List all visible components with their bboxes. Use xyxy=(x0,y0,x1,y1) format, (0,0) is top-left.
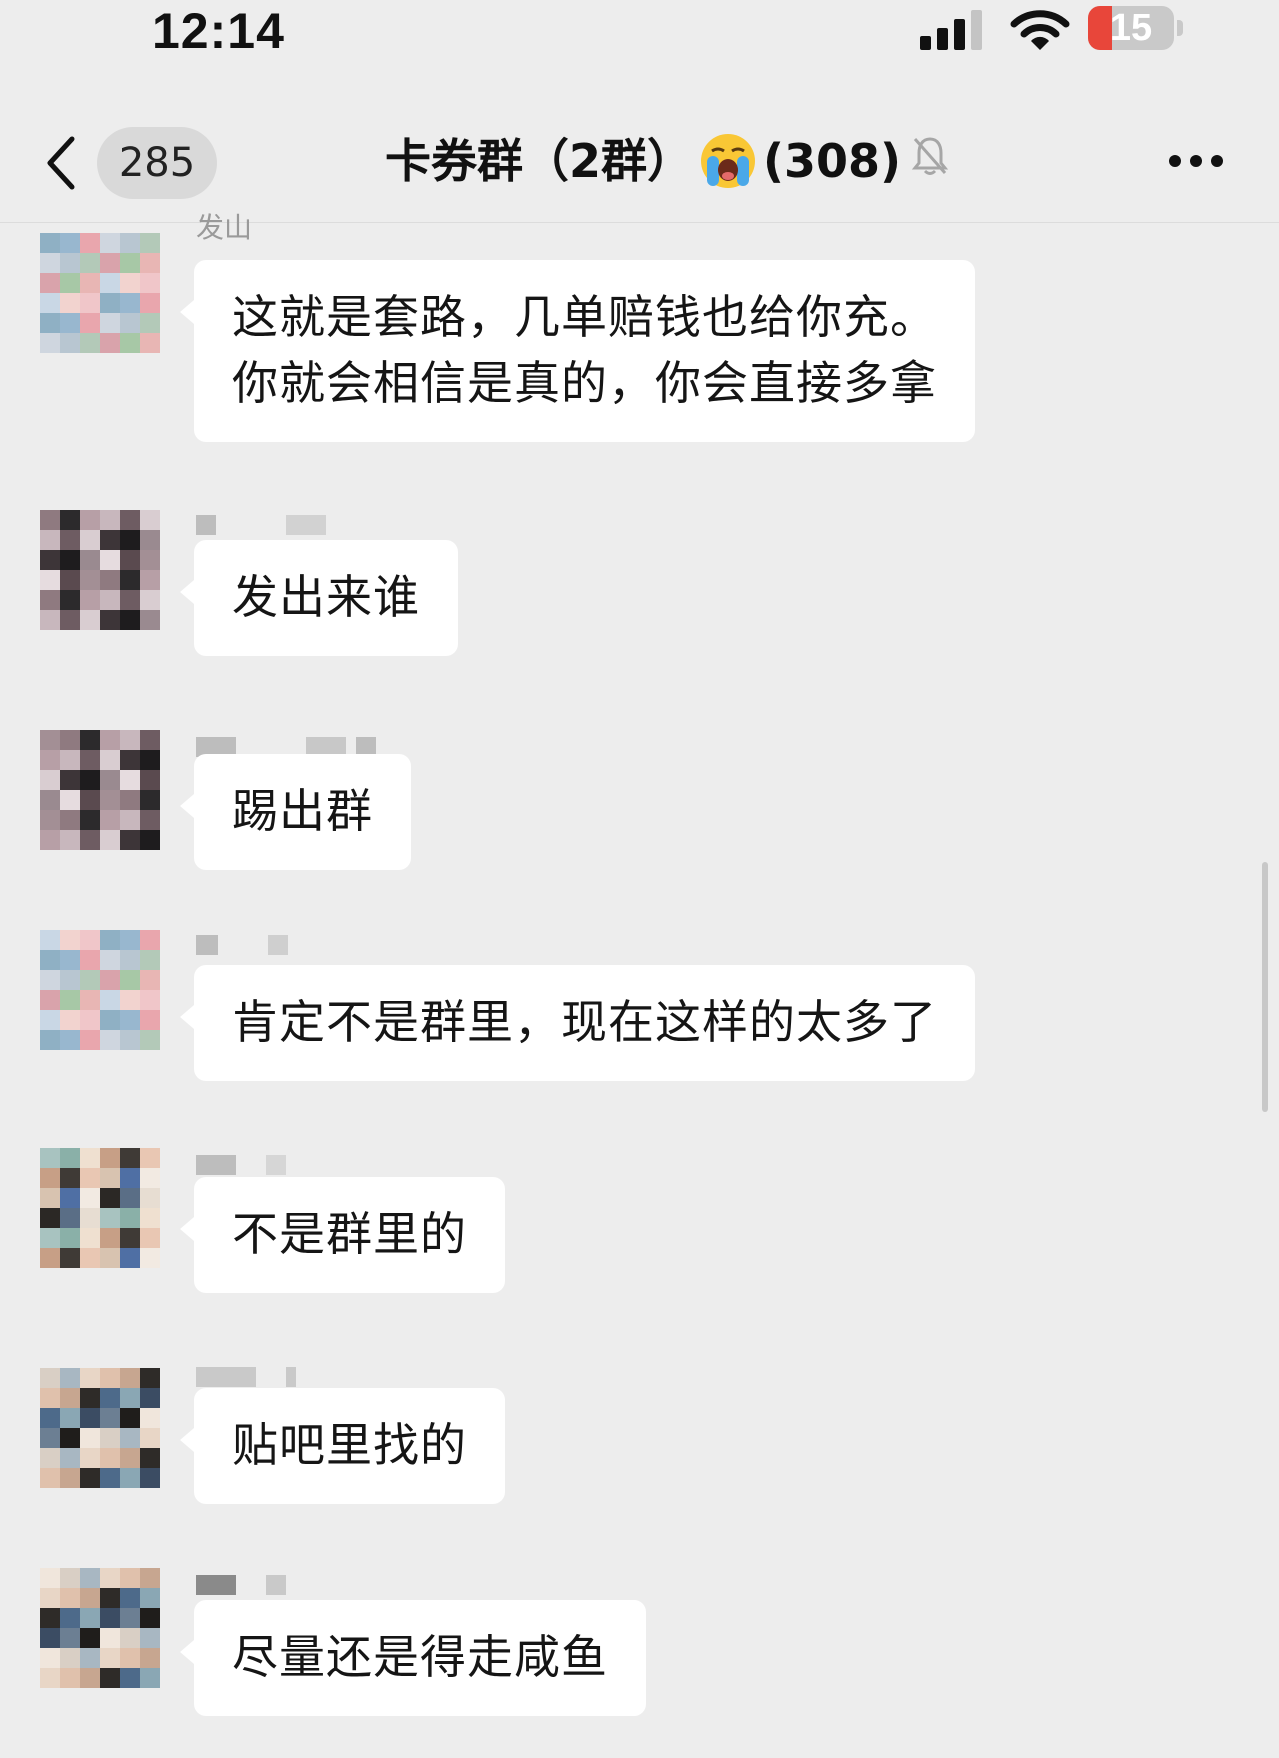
message-text-line: 踢出群 xyxy=(232,784,373,838)
more-options-icon[interactable] xyxy=(1168,153,1224,172)
member-count: (308) xyxy=(763,134,902,188)
message-text-line: 肯定不是群里，现在这样的太多了 xyxy=(232,995,937,1049)
sender-name: 发山 xyxy=(196,211,253,244)
avatar[interactable] xyxy=(40,1568,160,1688)
sender-name xyxy=(196,930,288,960)
avatar[interactable] xyxy=(40,730,160,850)
battery-icon: 15 xyxy=(1088,6,1174,50)
avatar[interactable] xyxy=(40,233,160,353)
message-bubble[interactable]: 发出来谁 xyxy=(180,540,458,656)
sender-name xyxy=(196,1150,286,1180)
sender-name xyxy=(196,1570,286,1600)
chat-title-text: 卡券群（2群） xyxy=(385,134,694,188)
message-text-line: 发出来谁 xyxy=(232,570,420,624)
header-divider xyxy=(0,222,1279,223)
message-bubble[interactable]: 肯定不是群里，现在这样的太多了 xyxy=(180,965,975,1081)
message-bubble[interactable]: 这就是套路，几单赔钱也给你充。 你就会相信是真的，你会直接多拿 xyxy=(180,260,975,442)
chat-header: 285 卡券群（2群） (308) xyxy=(0,95,1279,225)
chat-title: 卡券群（2群） (308) xyxy=(385,125,949,197)
avatar[interactable] xyxy=(40,1148,160,1268)
message-bubble[interactable]: 不是群里的 xyxy=(180,1177,505,1293)
avatar[interactable] xyxy=(40,930,160,1050)
back-chevron-icon[interactable] xyxy=(44,135,78,195)
battery-cap xyxy=(1177,20,1183,36)
message-bubble[interactable]: 踢出群 xyxy=(180,754,411,870)
battery-percentage: 15 xyxy=(1109,7,1153,49)
message-bubble[interactable]: 尽量还是得走咸鱼 xyxy=(180,1600,646,1716)
message-text-line: 这就是套路，几单赔钱也给你充。 xyxy=(232,290,937,344)
status-bar: 12:14 15 xyxy=(0,0,1279,64)
sender-name xyxy=(196,510,326,540)
message-text-line: 贴吧里找的 xyxy=(232,1418,467,1472)
cellular-signal-icon xyxy=(920,10,988,54)
loudly-crying-face-emoji-icon xyxy=(699,132,757,190)
message-text-line: 不是群里的 xyxy=(232,1207,467,1261)
unread-count-badge[interactable]: 285 xyxy=(97,127,217,199)
vertical-scrollbar[interactable] xyxy=(1262,862,1268,1112)
message-bubble[interactable]: 贴吧里找的 xyxy=(180,1388,505,1504)
muted-bell-icon xyxy=(911,125,949,197)
avatar[interactable] xyxy=(40,510,160,630)
message-text-line: 尽量还是得走咸鱼 xyxy=(232,1630,608,1684)
wifi-icon xyxy=(1010,8,1070,56)
message-text-line: 你就会相信是真的，你会直接多拿 xyxy=(232,356,937,410)
avatar[interactable] xyxy=(40,1368,160,1488)
status-time: 12:14 xyxy=(152,3,285,59)
